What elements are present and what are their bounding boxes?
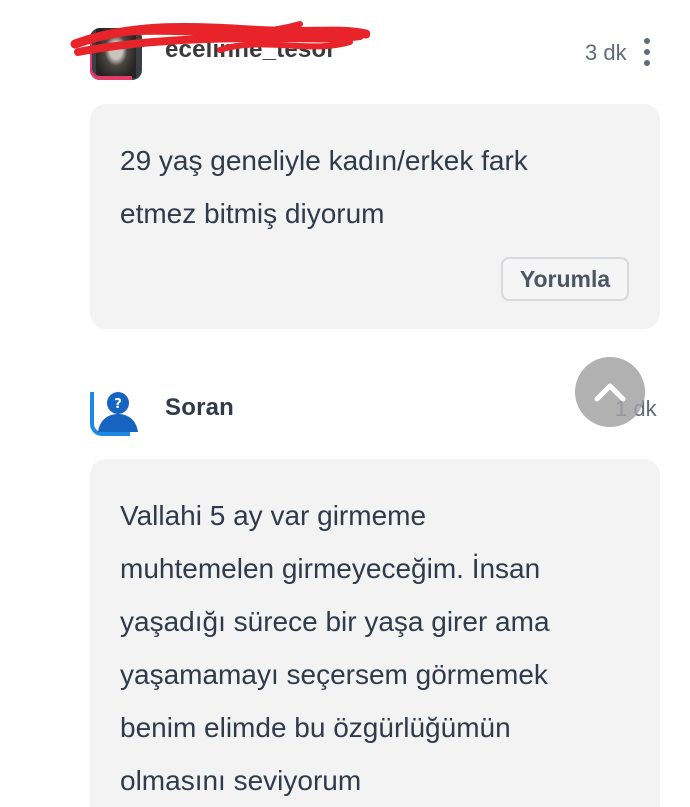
anonymous-user-icon: ? <box>98 392 138 432</box>
comment-header: ecelinne_tesor 3 dk <box>0 0 690 100</box>
more-vertical-icon[interactable] <box>641 38 653 66</box>
comment-thread: ecelinne_tesor 3 dk 29 yaş geneliyle kad… <box>0 0 690 807</box>
comment-bubble: 29 yaş geneliyle kadın/erkek fark etmez … <box>90 104 660 329</box>
timestamp: 3 dk <box>585 40 627 65</box>
chevron-up-icon <box>594 383 626 402</box>
avatar[interactable]: ? <box>90 384 142 436</box>
redaction-scribble <box>70 21 370 56</box>
svg-text:?: ? <box>114 397 122 412</box>
scroll-to-top-button[interactable] <box>575 357 645 427</box>
comment-bubble: Vallahi 5 ay var girmeme muhtemelen girm… <box>90 459 660 807</box>
comment-text: Vallahi 5 ay var girmeme muhtemelen girm… <box>120 500 550 796</box>
username[interactable]: Soran <box>165 394 234 422</box>
comment-text: 29 yaş geneliyle kadın/erkek fark etmez … <box>120 145 528 229</box>
reply-button[interactable]: Yorumla <box>501 257 629 301</box>
